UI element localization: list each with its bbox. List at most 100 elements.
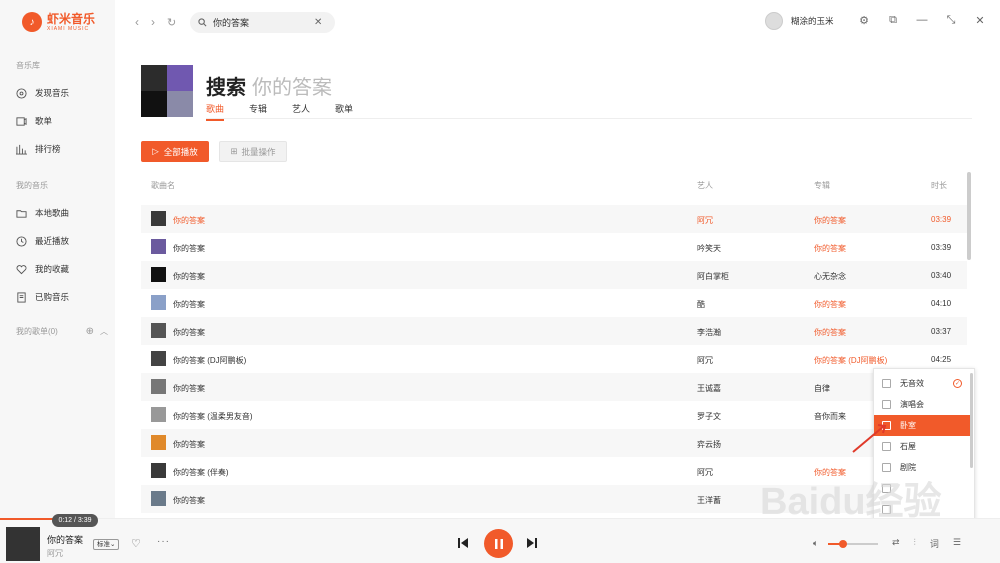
pause-button[interactable] (484, 529, 513, 558)
table-row[interactable]: 你的答案 弈云扬 (141, 429, 967, 457)
song-album[interactable]: 你的答案 (814, 299, 846, 310)
next-icon[interactable] (526, 536, 538, 554)
song-name[interactable]: 你的答案 (173, 383, 205, 394)
sound-effect-item[interactable] (874, 499, 970, 520)
loop-mode-icon[interactable]: ⇄ (892, 537, 900, 550)
song-name[interactable]: 你的答案 (173, 327, 205, 338)
song-artist[interactable]: 弈云扬 (697, 439, 721, 450)
song-name[interactable]: 你的答案 (伴奏) (173, 467, 229, 478)
search-box[interactable]: ✕ (190, 12, 335, 33)
song-album[interactable]: 音你而来 (814, 411, 846, 422)
song-name[interactable]: 你的答案 (173, 299, 205, 310)
table-row[interactable]: 你的答案 李浩瀚 你的答案 03:37 (141, 317, 967, 345)
song-artist[interactable]: 阿冗 (697, 215, 713, 226)
my-playlists-header[interactable]: 我的歌单(0) ⊕ ︿ (16, 326, 108, 337)
avatar[interactable] (765, 12, 783, 30)
sidebar-item-favorites[interactable]: 我的收藏 (16, 263, 69, 275)
sound-effect-icon[interactable]: ⫶ (914, 537, 916, 550)
song-album[interactable]: 你的答案 (814, 243, 846, 254)
minimize-icon[interactable]: — (916, 14, 928, 26)
app-logo[interactable]: ♪ 虾米音乐 XIAMI MUSIC (22, 12, 95, 32)
sidebar-item-local[interactable]: 本地歌曲 (16, 207, 69, 219)
volume-icon[interactable]: 🔈︎ (813, 538, 818, 549)
mini-mode-icon[interactable]: ⧉ (887, 14, 899, 26)
song-artist[interactable]: 罗子文 (697, 411, 721, 422)
song-album[interactable]: 你的答案 (814, 467, 846, 478)
sound-effect-item[interactable] (874, 478, 970, 499)
settings-icon[interactable]: ⚙ (858, 14, 870, 27)
song-duration: 03:40 (931, 271, 952, 280)
sound-effect-item[interactable]: 石屋 (874, 436, 970, 457)
search-icon (198, 14, 207, 32)
song-name[interactable]: 你的答案 (温柔男友音) (173, 411, 253, 422)
menu-scrollbar[interactable] (970, 373, 973, 468)
table-row[interactable]: 你的答案 吟笑天 你的答案 03:39 (141, 233, 967, 261)
now-playing-artist[interactable]: 阿冗 (47, 548, 63, 559)
sidebar-item-label: 已购音乐 (35, 292, 70, 302)
now-playing-cover[interactable] (6, 527, 40, 561)
sound-effect-item[interactable]: 无音效 ✓ (874, 373, 970, 394)
sidebar-item-purchased[interactable]: 已购音乐 (16, 291, 69, 303)
song-name[interactable]: 你的答案 (173, 271, 205, 282)
sidebar-item-discover[interactable]: 发现音乐 (16, 87, 69, 99)
table-row[interactable]: 你的答案 王洋蓄 (141, 485, 967, 513)
song-name[interactable]: 你的答案 (173, 495, 205, 506)
volume-slider[interactable] (828, 540, 878, 548)
table-row[interactable]: 你的答案 (伴奏) 阿冗 你的答案 (141, 457, 967, 485)
song-cover-thumb (151, 295, 166, 310)
song-artist[interactable]: 吟笑天 (697, 243, 721, 254)
sidebar-item-recent[interactable]: 最近播放 (16, 235, 69, 247)
more-icon[interactable]: ··· (157, 536, 170, 547)
song-artist[interactable]: 阿白掌柜 (697, 271, 729, 282)
song-artist[interactable]: 王洋蓄 (697, 495, 721, 506)
chevron-up-icon[interactable]: ︿ (100, 326, 108, 337)
table-row[interactable]: 你的答案 (DJ阿鹏板) 阿冗 你的答案 (DJ阿鹏板) 04:25 (141, 345, 967, 373)
playlist-queue-icon[interactable]: ☰ (953, 537, 961, 550)
add-playlist-icon[interactable]: ⊕ (86, 326, 94, 337)
song-name[interactable]: 你的答案 (173, 215, 205, 226)
song-artist[interactable]: 阿冗 (697, 467, 713, 478)
table-row[interactable]: 你的答案 阿白掌柜 心无杂念 03:40 (141, 261, 967, 289)
table-row[interactable]: 你的答案 阿冗 你的答案 03:39 (141, 205, 967, 233)
refresh-icon[interactable]: ↻ (167, 16, 176, 29)
clear-search-icon[interactable]: ✕ (314, 17, 322, 28)
previous-icon[interactable] (457, 536, 469, 554)
song-name[interactable]: 你的答案 (173, 243, 205, 254)
table-row[interactable]: 你的答案 (温柔男友音) 罗子文 音你而来 (141, 401, 967, 429)
table-row[interactable]: 你的答案 王诚嘉 自律 (141, 373, 967, 401)
song-album[interactable]: 自律 (814, 383, 830, 394)
song-artist[interactable]: 阿冗 (697, 355, 713, 366)
song-artist[interactable]: 酷 (697, 299, 705, 310)
song-cover-thumb (151, 491, 166, 506)
song-album[interactable]: 你的答案 (814, 327, 846, 338)
play-all-button[interactable]: ▷ 全部播放 (141, 141, 209, 162)
sound-effect-item[interactable]: 卧室 (874, 415, 970, 436)
forward-icon[interactable]: › (151, 15, 155, 29)
sound-effect-item[interactable]: 剧院 (874, 457, 970, 478)
batch-operate-button[interactable]: ⊞ 批量操作 (219, 141, 287, 162)
song-album[interactable]: 心无杂念 (814, 271, 846, 282)
list-scrollbar[interactable] (967, 172, 971, 260)
user-profile[interactable]: 糊涂的玉米 (765, 12, 834, 30)
quality-selector[interactable]: 标准⌄ (93, 539, 120, 550)
close-icon[interactable]: ✕ (974, 14, 986, 27)
song-name[interactable]: 你的答案 (173, 439, 205, 450)
song-artist[interactable]: 李浩瀚 (697, 327, 721, 338)
table-row[interactable]: 你的答案 酷 你的答案 04:10 (141, 289, 967, 317)
song-duration: 03:39 (931, 215, 952, 224)
sidebar-item-charts[interactable]: 排行榜 (16, 143, 61, 155)
lyrics-icon[interactable]: 词 (930, 537, 939, 550)
song-album[interactable]: 你的答案 (814, 215, 846, 226)
sound-effect-item[interactable]: 演唱会 (874, 394, 970, 415)
song-album[interactable]: 你的答案 (DJ阿鹏板) (814, 355, 887, 366)
now-playing-title[interactable]: 你的答案 (47, 533, 83, 546)
song-name[interactable]: 你的答案 (DJ阿鹏板) (173, 355, 246, 366)
volume-knob[interactable] (839, 540, 847, 548)
song-artist[interactable]: 王诚嘉 (697, 383, 721, 394)
like-heart-icon[interactable]: ♡ (131, 537, 141, 550)
shrink-icon[interactable]: ⤡ (945, 14, 957, 26)
sidebar-item-playlists[interactable]: 歌单 (16, 115, 52, 127)
search-input[interactable] (213, 17, 308, 28)
back-icon[interactable]: ‹ (135, 15, 139, 29)
playback-progress[interactable] (0, 518, 55, 520)
